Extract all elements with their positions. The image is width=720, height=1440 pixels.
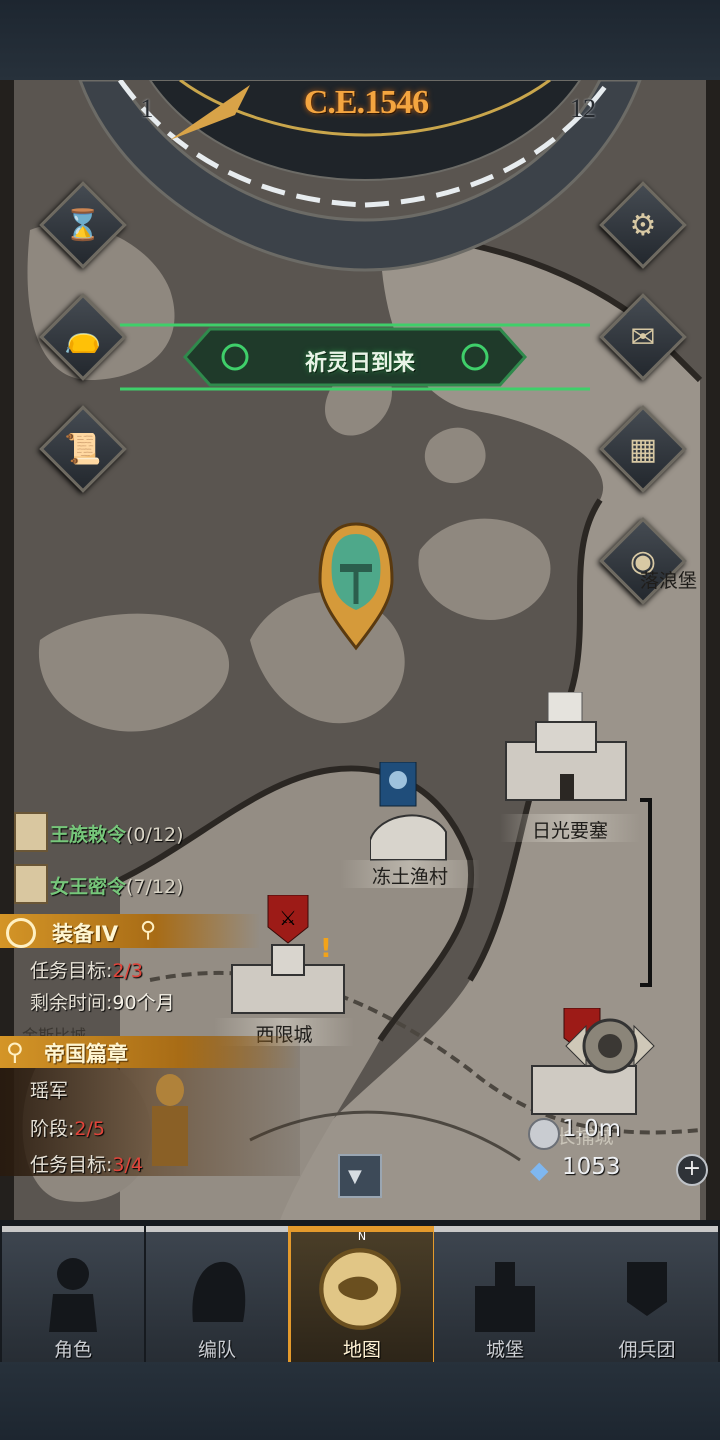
scroll-icon [14,864,48,904]
search-icon[interactable]: ⚲ [6,1038,24,1066]
compass-north-label: N [357,1230,367,1243]
chevron-down-icon: ▼ [348,1166,362,1187]
empire-chapter-title: 帝国篇章 [44,1042,128,1066]
building-icon: ▦ [628,431,658,467]
village-frozen-fishing[interactable] [370,762,450,862]
target-label: 任务目标: [30,960,113,982]
event-banner-text[interactable]: 祈灵日到来 [0,345,720,377]
hourglass-icon: ⌛ [64,207,102,243]
time-label: 剩余时间: [30,992,113,1014]
svg-text:!: ! [320,934,332,964]
search-icon[interactable]: ⚲ [140,918,156,943]
empire-chapter-target: 任务目标:3/4 [30,1150,143,1177]
stage-value: 2/5 [74,1118,105,1140]
scroll-icon: 📜 [64,431,102,467]
location-label-sunlight-fortress[interactable]: 日光要塞 [500,816,640,843]
nav-label: 地图 [342,1339,381,1361]
stage-label: 阶段: [30,1118,75,1140]
scroll-icon [14,812,48,852]
quest-queen-secret[interactable]: 女王密令(7/12) [50,872,184,899]
nav-formation[interactable]: 编队 [146,1226,288,1366]
bottom-bar [0,1362,720,1440]
year-label: C.E.1546 [303,84,429,121]
quest-title: 女王密令 [50,876,127,898]
castle-icon [475,1262,535,1332]
equipment-task-time: 剩余时间:90个月 [30,988,175,1015]
location-label-falling-wave-fort[interactable]: 落浪堡 [640,566,720,593]
nav-label: 角色 [53,1339,92,1361]
gear-icon: ⚙ [629,207,657,243]
empire-chapter-subtitle: 瑶军 [30,1080,69,1102]
empire-chapter-stage: 阶段:2/5 [30,1114,105,1141]
top-bar [0,0,720,80]
equipment-task-header[interactable] [0,914,260,948]
month-1[interactable]: 1 [133,94,161,124]
nav-label: 城堡 [485,1339,524,1361]
silver-amount: 1.0m [562,1116,621,1142]
quest-count: (7/12) [126,876,184,898]
player-helmet-marker[interactable] [318,520,394,652]
recenter-control[interactable] [554,1006,666,1086]
knight-icon [49,1258,97,1332]
crystal-amount: 1053 [562,1154,621,1180]
collapse-button[interactable]: ▼ [338,1154,382,1198]
quest-title: 王族敕令 [50,824,127,846]
location-label-frozen-village[interactable]: 冻土渔村 [340,862,480,889]
equipment-task-target: 任务目标:2/3 [30,956,143,983]
nav-label: 编队 [197,1339,236,1361]
silver-coin-icon [528,1118,560,1150]
soldier-figure [152,1074,188,1166]
target-label: 任务目标: [30,1154,113,1176]
target-value: 3/4 [112,1154,143,1176]
world-map[interactable]: C.E.1546 123456789101112 ⌛ 👝 📜 ⚙ ✉ ▦ ◉ 祈… [0,80,720,1220]
helmet-icon [192,1261,246,1322]
banner-fist-icon [627,1262,667,1316]
quest-royal-decree[interactable]: 王族敕令(0/12) [50,820,184,847]
equipment-task-title: 装备IV [52,922,119,946]
nav-map[interactable]: N 地图 [288,1226,436,1369]
target-value: 2/3 [112,960,143,982]
target-icon [6,918,36,948]
compass-map-icon [319,1248,401,1330]
svg-text:⚔: ⚔ [279,906,297,930]
nav-mercenary[interactable]: 佣兵团 [576,1226,718,1366]
crystal-icon: ◆ [530,1156,549,1184]
nav-castle[interactable]: 城堡 [434,1226,576,1366]
time-value: 90个月 [112,992,175,1014]
nav-role[interactable]: 角色 [2,1226,144,1366]
quest-count: (0/12) [126,824,184,846]
fortress-sunlight[interactable] [496,692,636,802]
month-12[interactable]: 12 [569,94,597,124]
add-crystal-button[interactable]: + [676,1154,708,1186]
nav-label: 佣兵团 [618,1339,676,1361]
